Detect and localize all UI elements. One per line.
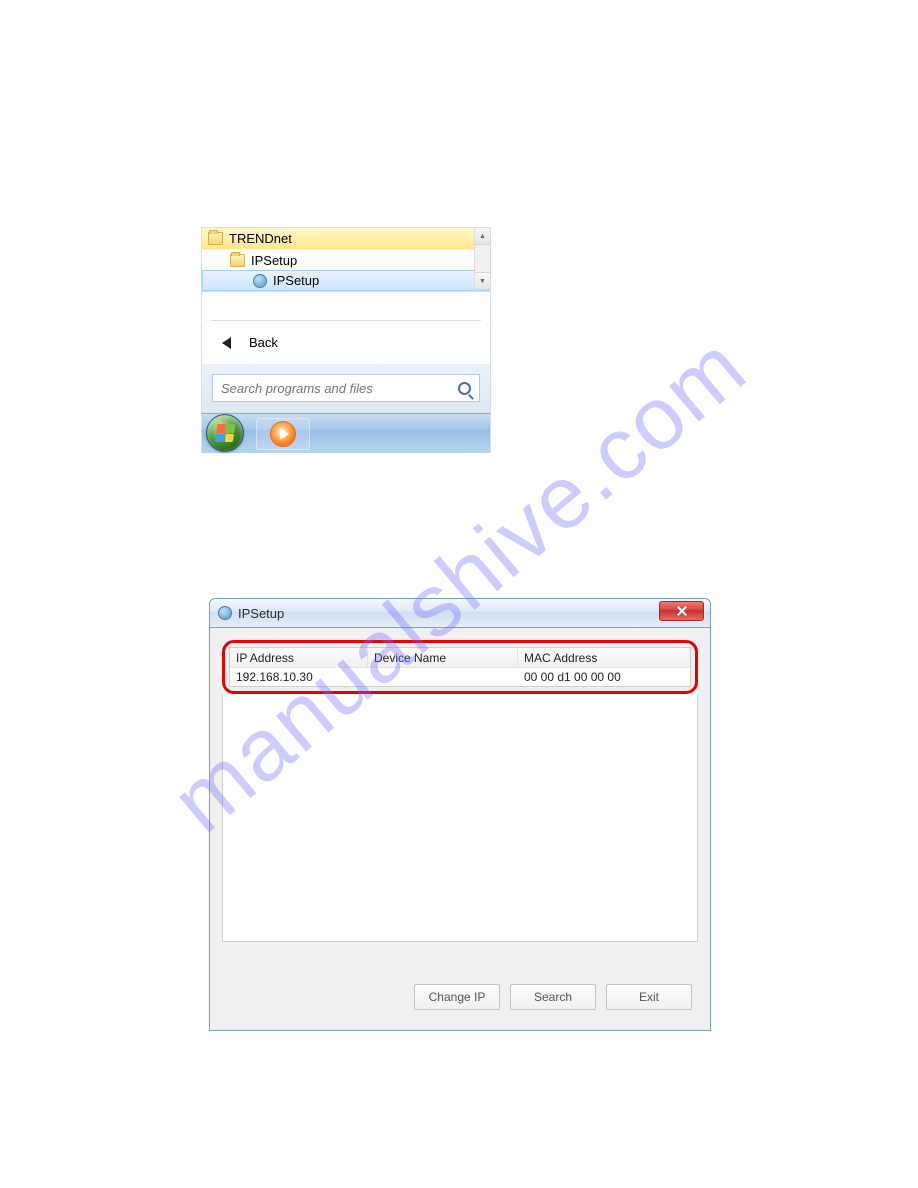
header-device: Device Name xyxy=(368,648,518,667)
startmenu-item-label: IPSetup xyxy=(251,253,297,268)
device-table[interactable]: IP Address Device Name MAC Address 192.1… xyxy=(229,647,691,687)
startmenu-item-trendnet[interactable]: TRENDnet xyxy=(202,228,490,249)
globe-icon xyxy=(218,606,232,620)
startmenu-search-box[interactable] xyxy=(212,374,480,402)
scroll-down-icon[interactable]: ▼ xyxy=(475,272,490,289)
ipsetup-window: IPSetup IP Address Device Name MAC Addre… xyxy=(209,598,711,1031)
search-icon xyxy=(458,382,471,395)
startmenu-scrollbar[interactable]: ▲ ▼ xyxy=(474,227,491,290)
taskbar xyxy=(201,413,491,453)
cell-ip: 192.168.10.30 xyxy=(230,668,368,686)
table-header-row: IP Address Device Name MAC Address xyxy=(230,648,690,668)
exit-button[interactable]: Exit xyxy=(606,984,692,1010)
change-ip-button[interactable]: Change IP xyxy=(414,984,500,1010)
start-button[interactable] xyxy=(206,414,246,454)
startmenu-item-ipsetup-app[interactable]: IPSetup xyxy=(202,270,490,291)
scroll-up-icon[interactable]: ▲ xyxy=(475,228,490,245)
folder-icon xyxy=(230,254,245,267)
startmenu-item-label: IPSetup xyxy=(273,273,319,288)
device-table-body[interactable] xyxy=(222,694,698,942)
back-label: Back xyxy=(249,335,278,350)
header-ip: IP Address xyxy=(230,648,368,667)
startmenu-item-ipsetup-folder[interactable]: IPSetup xyxy=(202,249,490,270)
folder-icon xyxy=(208,232,223,245)
highlighted-callout: IP Address Device Name MAC Address 192.1… xyxy=(222,640,698,694)
window-title: IPSetup xyxy=(238,606,284,621)
search-input[interactable] xyxy=(221,381,458,396)
table-row[interactable]: 192.168.10.30 00 00 d1 00 00 00 xyxy=(230,668,690,686)
cell-device xyxy=(368,668,518,686)
startmenu-item-label: TRENDnet xyxy=(229,231,292,246)
taskbar-mediaplayer-button[interactable] xyxy=(256,418,310,450)
start-menu-panel: TRENDnet IPSetup IPSetup ▲ ▼ Back xyxy=(201,227,491,453)
search-button[interactable]: Search xyxy=(510,984,596,1010)
header-mac: MAC Address xyxy=(518,648,690,667)
cell-mac: 00 00 d1 00 00 00 xyxy=(518,668,690,686)
back-caret-icon xyxy=(222,337,231,349)
close-button[interactable] xyxy=(659,601,704,621)
windows-logo-icon xyxy=(215,424,236,442)
startmenu-back-button[interactable]: Back xyxy=(201,321,491,364)
globe-icon xyxy=(253,274,267,288)
media-player-icon xyxy=(270,421,296,447)
ipsetup-titlebar[interactable]: IPSetup xyxy=(209,598,711,628)
